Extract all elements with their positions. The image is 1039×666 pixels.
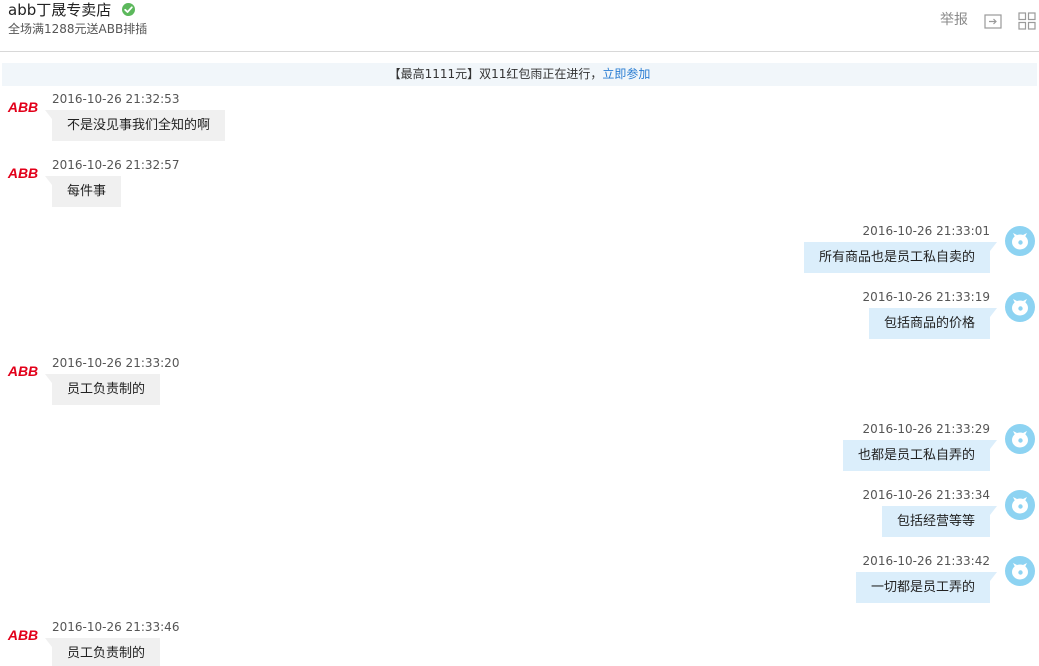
- seller-logo-icon: ABB: [7, 100, 38, 114]
- report-button[interactable]: 举报: [940, 10, 968, 30]
- message-timestamp: 2016-10-26 21:33:34: [862, 488, 990, 502]
- user-message-bubble[interactable]: 也都是员工私自弄的: [842, 440, 998, 471]
- message-timestamp: 2016-10-26 21:33:20: [52, 356, 180, 370]
- shop-promo-subtitle: 全场满1288元送ABB排插: [8, 22, 148, 36]
- export-icon[interactable]: [984, 12, 1002, 30]
- seller-message-bubble[interactable]: 每件事: [44, 176, 122, 207]
- svg-text:ABB: ABB: [7, 628, 38, 642]
- seller-logo-icon: ABB: [7, 628, 38, 642]
- user-avatar[interactable]: [1005, 556, 1035, 586]
- grid-apps-icon[interactable]: [1018, 12, 1036, 30]
- message-timestamp: 2016-10-26 21:33:46: [52, 620, 180, 634]
- message-timestamp: 2016-10-26 21:32:57: [52, 158, 180, 172]
- svg-text:ABB: ABB: [7, 364, 38, 378]
- message-timestamp: 2016-10-26 21:32:53: [52, 92, 180, 106]
- seller-logo-icon: ABB: [7, 166, 38, 180]
- user-avatar[interactable]: [1005, 490, 1035, 520]
- verified-icon: [122, 3, 135, 16]
- user-avatar[interactable]: [1005, 424, 1035, 454]
- user-message-bubble[interactable]: 一切都是员工弄的: [855, 572, 998, 603]
- user-face-icon: [1012, 431, 1028, 448]
- svg-text:ABB: ABB: [7, 100, 38, 114]
- chat-header: abb丁晟专卖店 全场满1288元送ABB排插 举报: [0, 0, 1039, 52]
- shop-name[interactable]: abb丁晟专卖店: [8, 0, 111, 20]
- user-face-icon: [1012, 563, 1028, 580]
- user-message-bubble[interactable]: 包括商品的价格: [868, 308, 998, 339]
- seller-message-bubble[interactable]: 员工负责制的: [44, 374, 161, 405]
- user-face-icon: [1012, 497, 1028, 514]
- message-timestamp: 2016-10-26 21:33:19: [862, 290, 990, 304]
- svg-text:ABB: ABB: [7, 166, 38, 180]
- message-timestamp: 2016-10-26 21:33:01: [862, 224, 990, 238]
- user-face-icon: [1012, 233, 1028, 250]
- seller-message-bubble[interactable]: 不是没见事我们全知的啊: [44, 110, 226, 141]
- user-face-icon: [1012, 299, 1028, 316]
- message-timestamp: 2016-10-26 21:33:29: [862, 422, 990, 436]
- seller-message-bubble[interactable]: 员工负责制的: [44, 638, 161, 666]
- seller-logo-icon: ABB: [7, 364, 38, 378]
- message-timestamp: 2016-10-26 21:33:42: [862, 554, 990, 568]
- join-now-link[interactable]: 立即参加: [602, 67, 650, 81]
- promo-text: 【最高1111元】双11红包雨正在进行，: [388, 67, 603, 81]
- user-avatar[interactable]: [1005, 292, 1035, 322]
- user-message-bubble[interactable]: 所有商品也是员工私自卖的: [803, 242, 998, 273]
- promo-banner: 【最高1111元】双11红包雨正在进行，立即参加: [2, 63, 1037, 86]
- user-avatar[interactable]: [1005, 226, 1035, 256]
- user-message-bubble[interactable]: 包括经营等等: [881, 506, 998, 537]
